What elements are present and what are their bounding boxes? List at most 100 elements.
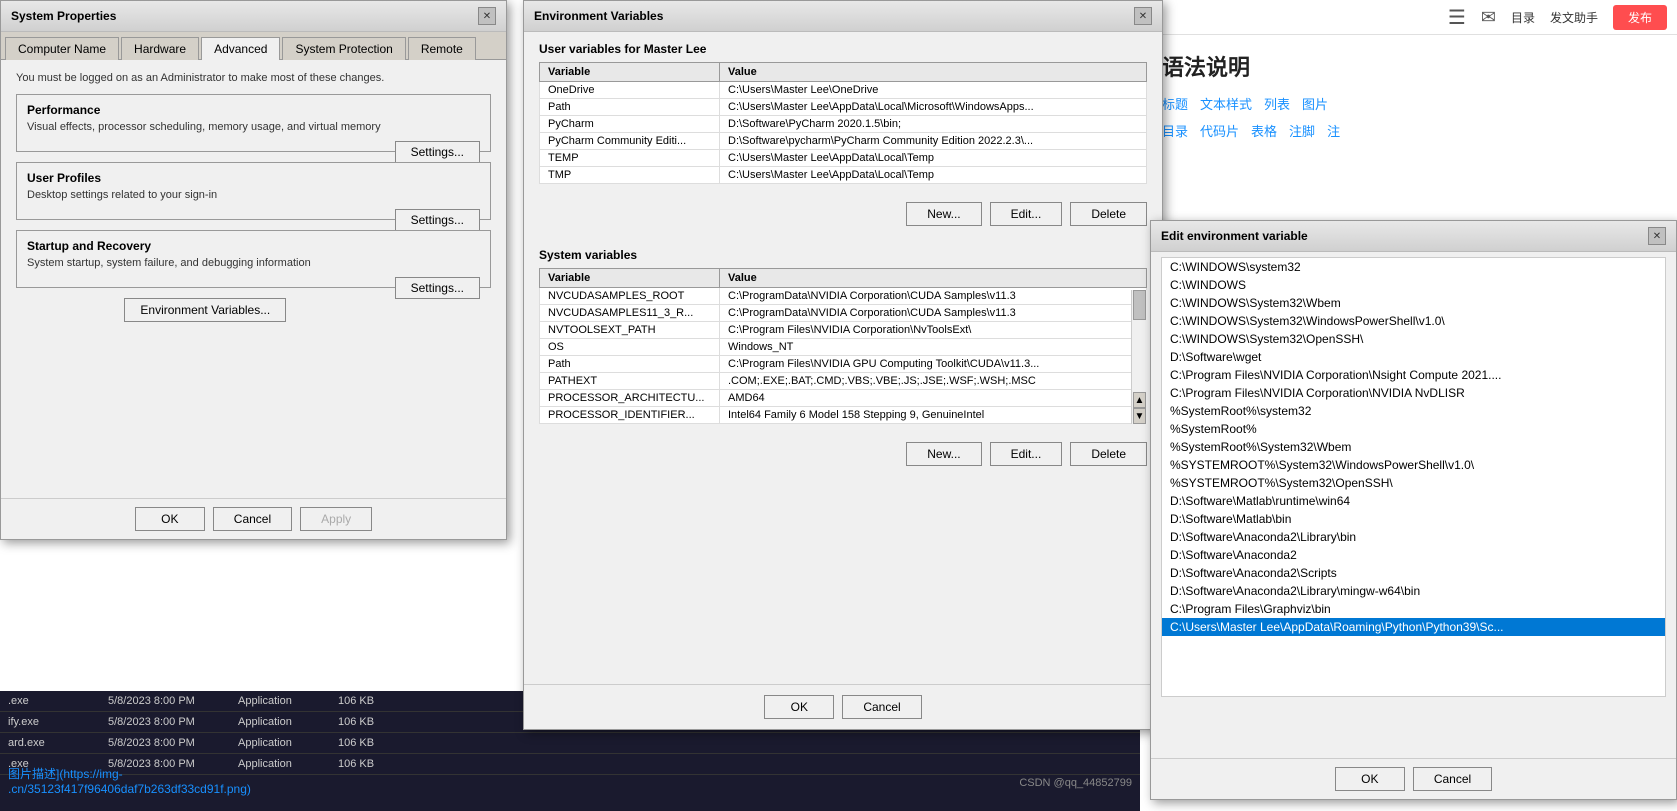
grammar-link-title[interactable]: 标题	[1162, 94, 1188, 113]
file-type-1: Application	[238, 695, 338, 707]
edit-env-item[interactable]: %SystemRoot%\System32\Wbem	[1162, 438, 1665, 456]
user-var-cell: PyCharm Community Editi...	[540, 133, 720, 150]
user-new-button[interactable]: New...	[906, 202, 981, 226]
scroll-up-arrow[interactable]: ▲	[1133, 392, 1146, 408]
edit-env-item[interactable]: %SystemRoot%	[1162, 420, 1665, 438]
scrollbar-track[interactable]: ▲ ▼	[1131, 290, 1147, 424]
grammar-link-note[interactable]: 注	[1327, 121, 1340, 140]
list-icon[interactable]: ☰	[1448, 5, 1466, 30]
sys-var-row[interactable]: OSWindows_NT	[540, 339, 1147, 356]
performance-settings-button[interactable]: Settings...	[395, 141, 480, 163]
edit-env-ok-button[interactable]: OK	[1335, 767, 1405, 791]
edit-env-item[interactable]: %SYSTEMROOT%\System32\OpenSSH\	[1162, 474, 1665, 492]
sys-var-row[interactable]: PATHEXT.COM;.EXE;.BAT;.CMD;.VBS;.VBE;.JS…	[540, 373, 1147, 390]
grammar-link-toc[interactable]: 目录	[1162, 121, 1188, 140]
user-val-cell: D:\Software\pycharm\PyCharm Community Ed…	[720, 133, 1147, 150]
env-vars-button[interactable]: Environment Variables...	[124, 298, 286, 322]
user-delete-button[interactable]: Delete	[1070, 202, 1147, 226]
edit-env-item[interactable]: D:\Software\wget	[1162, 348, 1665, 366]
sys-var-cell: PROCESSOR_IDENTIFIER...	[540, 407, 720, 424]
edit-env-close-button[interactable]: ✕	[1648, 227, 1666, 245]
user-profiles-settings-button[interactable]: Settings...	[395, 209, 480, 231]
tab-advanced[interactable]: Advanced	[201, 37, 280, 60]
grammar-link-table[interactable]: 表格	[1251, 121, 1277, 140]
env-cancel-button[interactable]: Cancel	[842, 695, 921, 719]
tab-remote[interactable]: Remote	[408, 37, 476, 60]
apply-button[interactable]: Apply	[300, 507, 372, 531]
startup-recovery-settings-button[interactable]: Settings...	[395, 277, 480, 299]
sys-var-row[interactable]: NVCUDASAMPLES11_3_R...C:\ProgramData\NVI…	[540, 305, 1147, 322]
sys-vars-buttons: New... Edit... Delete	[524, 442, 1162, 466]
user-var-row[interactable]: PyCharm Community Editi...D:\Software\py…	[540, 133, 1147, 150]
edit-env-item[interactable]: D:\Software\Anaconda2	[1162, 546, 1665, 564]
scroll-down-arrow[interactable]: ▼	[1133, 408, 1146, 424]
sys-vars-table: Variable Value NVCUDASAMPLES_ROOTC:\Prog…	[539, 268, 1147, 424]
grammar-nav-row1: 标题 文本样式 列表 图片	[1162, 94, 1662, 113]
user-var-row[interactable]: TMPC:\Users\Master Lee\AppData\Local\Tem…	[540, 167, 1147, 184]
sys-var-row[interactable]: PathC:\Program Files\NVIDIA GPU Computin…	[540, 356, 1147, 373]
user-var-row[interactable]: PyCharmD:\Software\PyCharm 2020.1.5\bin;	[540, 116, 1147, 133]
edit-env-item[interactable]: %SYSTEMROOT%\System32\WindowsPowerShell\…	[1162, 456, 1665, 474]
edit-env-item[interactable]: %SystemRoot%\system32	[1162, 402, 1665, 420]
publish-button[interactable]: 发布	[1613, 5, 1667, 30]
sys-var-row[interactable]: NVCUDASAMPLES_ROOTC:\ProgramData\NVIDIA …	[540, 288, 1147, 305]
sys-edit-button[interactable]: Edit...	[990, 442, 1063, 466]
grammar-link-image[interactable]: 图片	[1302, 94, 1328, 113]
tab-system-protection[interactable]: System Protection	[282, 37, 405, 60]
user-val-cell: D:\Software\PyCharm 2020.1.5\bin;	[720, 116, 1147, 133]
file-name-2: ify.exe	[8, 716, 108, 728]
close-button[interactable]: ✕	[478, 7, 496, 25]
grammar-title: 语法说明	[1162, 50, 1662, 82]
edit-env-list[interactable]: C:\WINDOWS\system32C:\WINDOWSC:\WINDOWS\…	[1161, 257, 1666, 697]
user-var-row[interactable]: OneDriveC:\Users\Master Lee\OneDrive	[540, 82, 1147, 99]
user-var-cell: PyCharm	[540, 116, 720, 133]
edit-env-item[interactable]: C:\Users\Master Lee\AppData\Roaming\Pyth…	[1162, 618, 1665, 636]
grammar-link-code[interactable]: 代码片	[1200, 121, 1239, 140]
edit-env-item[interactable]: C:\WINDOWS\System32\Wbem	[1162, 294, 1665, 312]
sys-var-row[interactable]: PROCESSOR_ARCHITECTU...AMD64	[540, 390, 1147, 407]
edit-env-item[interactable]: C:\WINDOWS\System32\OpenSSH\	[1162, 330, 1665, 348]
sys-var-row[interactable]: PROCESSOR_IDENTIFIER...Intel64 Family 6 …	[540, 407, 1147, 424]
dialog-content: You must be logged on as an Administrato…	[1, 60, 506, 513]
user-var-col-header: Variable	[540, 63, 720, 82]
env-ok-button[interactable]: OK	[764, 695, 834, 719]
grammar-link-textstyle[interactable]: 文本样式	[1200, 94, 1252, 113]
edit-env-item[interactable]: C:\Program Files\NVIDIA Corporation\Nsig…	[1162, 366, 1665, 384]
sys-delete-button[interactable]: Delete	[1070, 442, 1147, 466]
user-val-cell: C:\Users\Master Lee\AppData\Local\Temp	[720, 150, 1147, 167]
grammar-link-footnote[interactable]: 注脚	[1289, 121, 1315, 140]
user-edit-button[interactable]: Edit...	[990, 202, 1063, 226]
grammar-section: 语法说明 标题 文本样式 列表 图片 目录 代码片 表格 注脚 注	[1147, 35, 1677, 155]
edit-env-item[interactable]: C:\WINDOWS\system32	[1162, 258, 1665, 276]
edit-env-item[interactable]: C:\WINDOWS	[1162, 276, 1665, 294]
grammar-link-list[interactable]: 列表	[1264, 94, 1290, 113]
sys-val-cell: Intel64 Family 6 Model 158 Stepping 9, G…	[720, 407, 1147, 424]
scrollbar-thumb[interactable]	[1133, 290, 1146, 320]
edit-env-cancel-button[interactable]: Cancel	[1413, 767, 1492, 791]
edit-env-item[interactable]: D:\Software\Anaconda2\Library\mingw-w64\…	[1162, 582, 1665, 600]
env-vars-footer: OK Cancel	[524, 684, 1162, 729]
edit-env-item[interactable]: C:\Program Files\NVIDIA Corporation\NVID…	[1162, 384, 1665, 402]
edit-env-titlebar: Edit environment variable ✕	[1151, 221, 1676, 252]
user-var-row[interactable]: TEMPC:\Users\Master Lee\AppData\Local\Te…	[540, 150, 1147, 167]
sys-var-row[interactable]: NVTOOLSEXT_PATHC:\Program Files\NVIDIA C…	[540, 322, 1147, 339]
ok-button[interactable]: OK	[135, 507, 205, 531]
user-var-row[interactable]: PathC:\Users\Master Lee\AppData\Local\Mi…	[540, 99, 1147, 116]
edit-env-item[interactable]: D:\Software\Anaconda2\Scripts	[1162, 564, 1665, 582]
file-type-3: Application	[238, 737, 338, 749]
env-vars-close-button[interactable]: ✕	[1134, 7, 1152, 25]
user-vars-title: User variables for Master Lee	[539, 42, 1147, 56]
file-size-1: 106 KB	[338, 695, 408, 707]
edit-env-item[interactable]: C:\Program Files\Graphviz\bin	[1162, 600, 1665, 618]
edit-env-item[interactable]: D:\Software\Matlab\bin	[1162, 510, 1665, 528]
dialog-footer: OK Cancel Apply	[1, 498, 506, 539]
mail-icon[interactable]: ✉	[1481, 7, 1496, 28]
edit-env-item[interactable]: C:\WINDOWS\System32\WindowsPowerShell\v1…	[1162, 312, 1665, 330]
edit-env-item[interactable]: D:\Software\Anaconda2\Library\bin	[1162, 528, 1665, 546]
tab-hardware[interactable]: Hardware	[121, 37, 199, 60]
sys-new-button[interactable]: New...	[906, 442, 981, 466]
dialog-title: System Properties	[11, 9, 116, 23]
tab-computer-name[interactable]: Computer Name	[5, 37, 119, 60]
cancel-button[interactable]: Cancel	[213, 507, 292, 531]
edit-env-item[interactable]: D:\Software\Matlab\runtime\win64	[1162, 492, 1665, 510]
